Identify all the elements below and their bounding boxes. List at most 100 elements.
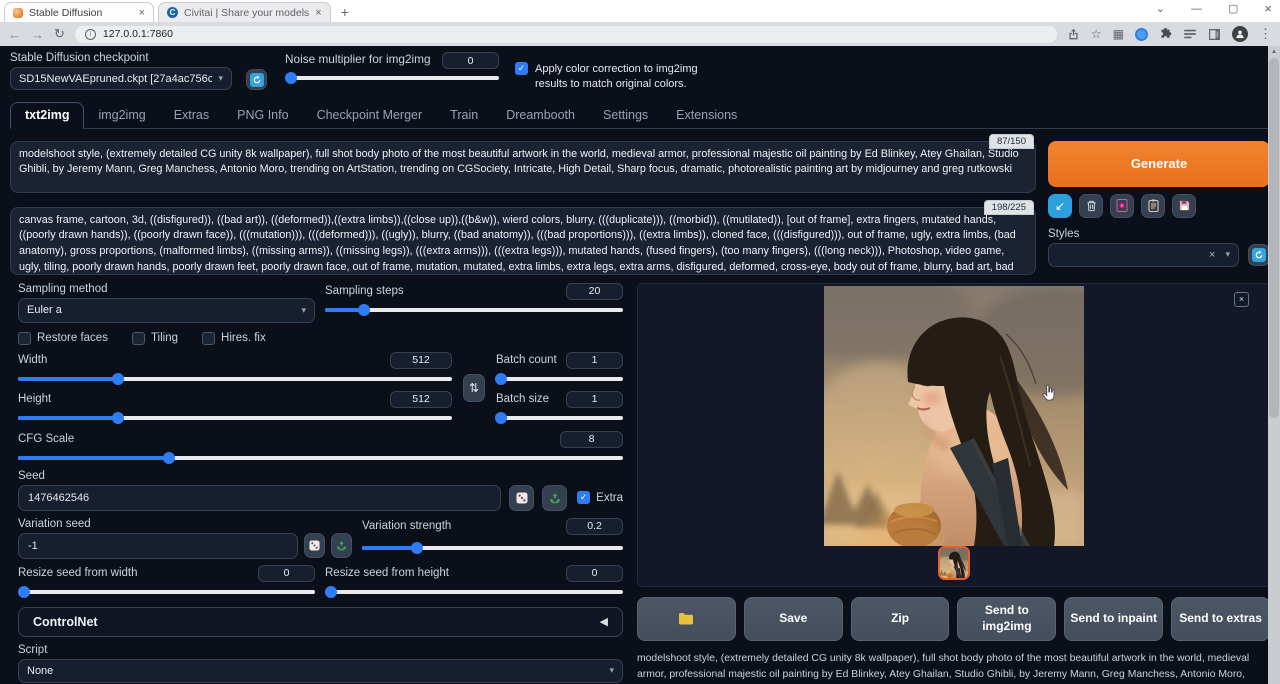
gallery-thumbnail[interactable]	[938, 546, 970, 580]
height-slider[interactable]	[18, 411, 452, 424]
prompt-textarea[interactable]: modelshoot style, (extremely detailed CG…	[10, 141, 1036, 193]
variation-seed-input[interactable]: -1	[18, 533, 298, 559]
floppy-disk-icon	[1179, 200, 1190, 211]
page-scrollbar[interactable]: ▲	[1268, 46, 1280, 684]
checkpoint-refresh-button[interactable]	[246, 69, 267, 90]
grid-extension-icon[interactable]: ▦	[1113, 27, 1124, 41]
window-minimize-button[interactable]: —	[1191, 3, 1202, 15]
window-maximize-button[interactable]: ▢	[1228, 2, 1238, 15]
extra-seed-checkbox[interactable]: ✓Extra	[577, 491, 623, 504]
controlnet-accordion[interactable]: ControlNet ◀	[18, 607, 623, 637]
variation-random-seed-button[interactable]	[304, 533, 325, 558]
save-button[interactable]: Save	[744, 597, 843, 641]
checkpoint-label: Stable Diffusion checkpoint	[10, 52, 232, 64]
reading-list-icon[interactable]	[1183, 28, 1197, 40]
window-close-button[interactable]: ×	[1264, 1, 1272, 16]
back-icon[interactable]: ←	[8, 27, 21, 42]
cfg-scale-slider[interactable]	[18, 451, 623, 464]
height-value[interactable]: 512	[390, 391, 452, 408]
variation-strength-value[interactable]: 0.2	[566, 518, 623, 535]
negative-prompt-textarea[interactable]: canvas frame, cartoon, 3d, ((disfigured)…	[10, 207, 1036, 275]
tab-checkpoint-merger[interactable]: Checkpoint Merger	[303, 103, 437, 128]
resize-seed-height-slider[interactable]	[325, 585, 623, 598]
resize-seed-height-value[interactable]: 0	[566, 565, 623, 582]
open-folder-button[interactable]	[637, 597, 736, 641]
browser-tab-civitai[interactable]: C Civitai | Share your models ×	[158, 2, 331, 22]
browser-tab-stable-diffusion[interactable]: Stable Diffusion ×	[4, 2, 154, 22]
paste-generation-params-button[interactable]: ↙	[1048, 194, 1072, 218]
send-to-inpaint-button[interactable]: Send to inpaint	[1064, 597, 1163, 641]
batch-size-value[interactable]: 1	[566, 391, 623, 408]
resize-seed-width-value[interactable]: 0	[258, 565, 315, 582]
noise-multiplier-slider[interactable]	[285, 71, 499, 84]
send-to-img2img-button[interactable]: Send to img2img	[957, 597, 1056, 641]
chrome-chevron-icon[interactable]: ⌄	[1156, 2, 1165, 15]
color-correction-checkbox[interactable]: ✓	[515, 62, 528, 75]
kebab-menu-icon[interactable]: ⋮	[1259, 26, 1272, 42]
send-to-extras-button[interactable]: Send to extras	[1171, 597, 1270, 641]
color-correction-label: Apply color correction to img2img result…	[535, 62, 715, 92]
tab-close-icon[interactable]: ×	[139, 7, 145, 19]
checkpoint-dropdown[interactable]: SD15NewVAEpruned.ckpt [27a4ac756c] ▾	[10, 67, 232, 90]
sampling-steps-value[interactable]: 20	[566, 283, 623, 300]
batch-size-slider[interactable]	[496, 411, 623, 424]
variation-strength-slider[interactable]	[362, 541, 623, 554]
tab-train[interactable]: Train	[436, 103, 492, 128]
tab-img2img[interactable]: img2img	[84, 103, 159, 128]
reload-icon[interactable]: ↻	[54, 26, 65, 42]
script-dropdown[interactable]: None ▾	[18, 659, 623, 683]
tab-extensions[interactable]: Extensions	[662, 103, 751, 128]
random-seed-button[interactable]	[509, 485, 534, 511]
folder-icon	[678, 612, 694, 625]
share-icon[interactable]	[1067, 28, 1080, 41]
scrollbar-up-icon[interactable]: ▲	[1268, 46, 1280, 58]
styles-refresh-button[interactable]	[1248, 244, 1270, 266]
cfg-scale-value[interactable]: 8	[560, 431, 623, 448]
tab-dreambooth[interactable]: Dreambooth	[492, 103, 589, 128]
reuse-seed-button[interactable]	[542, 485, 567, 511]
save-style-button[interactable]	[1172, 194, 1196, 218]
tab-extras[interactable]: Extras	[160, 103, 223, 128]
restore-faces-checkbox[interactable]: Restore faces	[18, 332, 108, 345]
styles-dropdown[interactable]: × ▾	[1048, 243, 1239, 267]
tab-png-info[interactable]: PNG Info	[223, 103, 302, 128]
forward-icon[interactable]: →	[31, 27, 44, 42]
hand-cursor-icon	[1041, 384, 1058, 403]
extensions-puzzle-icon[interactable]	[1159, 28, 1172, 41]
tab-settings[interactable]: Settings	[589, 103, 662, 128]
hires-fix-checkbox[interactable]: Hires. fix	[202, 332, 266, 345]
refresh-icon	[250, 73, 264, 87]
clear-styles-icon[interactable]: ×	[1209, 249, 1215, 261]
batch-count-value[interactable]: 1	[566, 352, 623, 369]
blue-extension-icon[interactable]	[1135, 28, 1148, 41]
sampling-steps-slider[interactable]	[325, 303, 623, 316]
bookmark-star-icon[interactable]: ☆	[1091, 27, 1102, 41]
apply-style-button[interactable]	[1141, 194, 1165, 218]
width-value[interactable]: 512	[390, 352, 452, 369]
batch-count-slider[interactable]	[496, 372, 623, 385]
resize-seed-width-slider[interactable]	[18, 585, 315, 598]
clear-prompt-button[interactable]	[1079, 194, 1103, 218]
tiling-checkbox[interactable]: Tiling	[132, 332, 178, 345]
generate-button[interactable]: Generate	[1048, 141, 1270, 187]
tab-close-icon[interactable]: ×	[315, 7, 321, 19]
sampling-method-dropdown[interactable]: Euler a ▾	[18, 298, 315, 323]
address-bar[interactable]: i 127.0.0.1:7860	[75, 26, 1057, 43]
refresh-icon	[1252, 248, 1266, 262]
zip-button[interactable]: Zip	[851, 597, 950, 641]
generated-image[interactable]	[824, 286, 1084, 546]
swap-dimensions-button[interactable]: ⇅	[463, 374, 485, 402]
extra-networks-button[interactable]	[1110, 194, 1134, 218]
tab-txt2img[interactable]: txt2img	[10, 102, 84, 129]
side-panel-icon[interactable]	[1208, 28, 1221, 41]
width-slider[interactable]	[18, 372, 452, 385]
seed-input[interactable]: 1476462546	[18, 485, 501, 511]
sampling-steps-label: Sampling steps	[325, 285, 404, 297]
scrollbar-thumb[interactable]	[1269, 58, 1279, 418]
close-gallery-button[interactable]: ×	[1234, 292, 1249, 307]
new-tab-button[interactable]: +	[341, 4, 349, 22]
site-info-icon[interactable]: i	[85, 29, 96, 40]
variation-reuse-seed-button[interactable]	[331, 533, 352, 558]
noise-multiplier-value[interactable]: 0	[442, 52, 499, 69]
profile-avatar[interactable]	[1232, 26, 1248, 42]
